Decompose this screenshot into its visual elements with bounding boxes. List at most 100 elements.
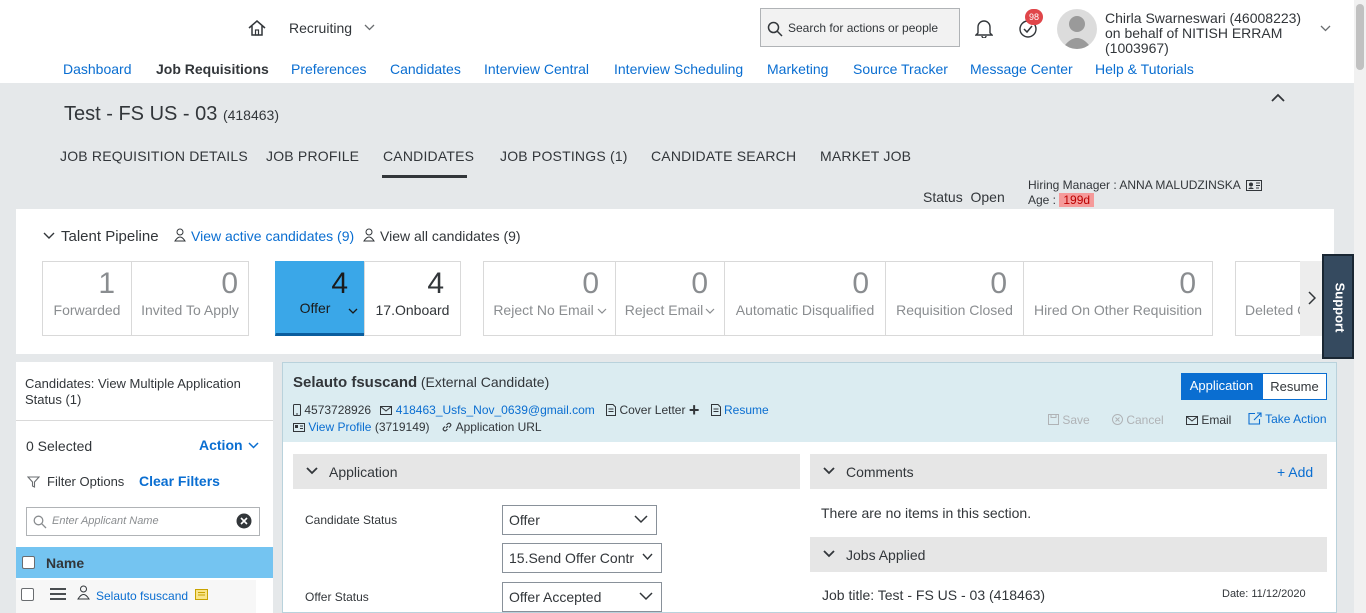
resume-view-button[interactable]: Resume	[1262, 373, 1327, 400]
chevron-down-icon	[823, 467, 835, 475]
module-switcher[interactable]: Recruiting	[289, 20, 352, 36]
chevron-down-icon[interactable]	[43, 232, 55, 240]
scrollbar-thumb[interactable]	[1356, 4, 1364, 70]
action-menu-button[interactable]: Action	[199, 437, 243, 453]
active-tab-indicator	[382, 175, 467, 178]
chevron-down-icon[interactable]	[248, 442, 259, 449]
application-view-button[interactable]: Application	[1181, 373, 1262, 400]
save-button[interactable]: Save	[1048, 413, 1090, 427]
candidate-status-select[interactable]: Offer	[502, 505, 657, 535]
candidate-name-link[interactable]: Selauto fsuscand	[96, 589, 188, 603]
avatar[interactable]	[1057, 9, 1097, 49]
user-info[interactable]: Chirla Swarneswari (46008223) on behalf …	[1105, 11, 1301, 56]
nav-help-tutorials[interactable]: Help & Tutorials	[1095, 61, 1194, 77]
tab-candidate-search[interactable]: CANDIDATE SEARCH	[651, 148, 796, 164]
chevron-down-icon[interactable]	[597, 308, 607, 315]
profile-card-icon	[293, 423, 305, 432]
candidate-list-title: Candidates: View Multiple Application St…	[25, 376, 241, 407]
nav-dashboard[interactable]: Dashboard	[63, 61, 132, 77]
notification-badge: 98	[1025, 9, 1043, 25]
collapse-header-icon[interactable]	[1271, 93, 1285, 102]
nav-job-requisitions[interactable]: Job Requisitions	[156, 61, 269, 77]
candidate-status-label: Candidate Status	[305, 513, 398, 527]
add-cover-letter-icon[interactable]: +	[689, 400, 700, 420]
chevron-down-icon	[306, 467, 318, 475]
page-scrollbar[interactable]	[1354, 0, 1366, 613]
search-input[interactable]: Search for actions or people	[760, 8, 960, 47]
application-url[interactable]: Application URL	[456, 420, 542, 434]
view-active-candidates-link[interactable]: View active candidates (9)	[191, 228, 354, 244]
filter-icon	[27, 476, 40, 488]
offer-status-select[interactable]: Offer Accepted	[502, 582, 662, 612]
email-button[interactable]: Email	[1186, 413, 1231, 427]
stage-requisition-closed[interactable]: 0 Requisition Closed	[885, 261, 1024, 336]
jobs-applied-section-header[interactable]: Jobs Applied	[810, 537, 1327, 572]
chevron-down-icon[interactable]	[364, 24, 375, 31]
divider	[16, 420, 273, 421]
contact-card-icon[interactable]	[1246, 180, 1263, 191]
tab-candidates[interactable]: CANDIDATES	[383, 148, 474, 164]
home-icon[interactable]	[247, 19, 267, 37]
add-comment-link[interactable]: + Add	[1277, 464, 1313, 480]
phone-icon	[293, 404, 301, 416]
job-applied-date: Date: 11/12/2020	[1222, 588, 1306, 600]
external-action-icon	[1248, 412, 1262, 425]
table-row[interactable]: Selauto fsuscand	[16, 580, 256, 613]
chevron-down-icon	[642, 553, 653, 561]
chevron-right-icon	[1308, 291, 1316, 305]
email-icon	[380, 406, 393, 415]
chevron-down-icon[interactable]	[1320, 25, 1331, 32]
stage-automatic-disqualified[interactable]: 0 Automatic Disqualified	[724, 261, 886, 336]
cancel-icon	[1112, 414, 1123, 425]
clear-filters-link[interactable]: Clear Filters	[139, 473, 220, 489]
person-icon	[174, 228, 186, 242]
nav-interview-scheduling[interactable]: Interview Scheduling	[614, 61, 743, 77]
view-profile-link[interactable]: View Profile	[308, 420, 371, 434]
stage-onboard[interactable]: 4 17.Onboard	[364, 261, 461, 336]
list-header: Name	[16, 547, 273, 578]
nav-candidates[interactable]: Candidates	[390, 61, 461, 77]
support-tab[interactable]: Support	[1322, 254, 1354, 359]
nav-interview-central[interactable]: Interview Central	[484, 61, 589, 77]
job-applied-more	[822, 608, 1002, 613]
applicant-name-search[interactable]: Enter Applicant Name	[26, 507, 260, 536]
status-info: Status Open	[923, 189, 1005, 205]
stage-hired-on-other-requisition[interactable]: 0 Hired On Other Requisition	[1023, 261, 1213, 336]
cover-letter[interactable]: Cover Letter	[619, 403, 685, 417]
stage-offer[interactable]: 4 Offer	[275, 261, 365, 336]
select-all-checkbox[interactable]	[22, 556, 35, 569]
menu-icon[interactable]	[50, 588, 66, 600]
application-section-header[interactable]: Application	[293, 454, 800, 489]
resume-link[interactable]: Resume	[724, 403, 769, 417]
stage-deleted[interactable]: Deleted C	[1235, 261, 1305, 336]
chevron-down-icon[interactable]	[348, 308, 358, 315]
stage-forwarded[interactable]: 1 Forwarded	[42, 261, 132, 336]
nav-preferences[interactable]: Preferences	[291, 61, 366, 77]
clear-search-icon[interactable]	[236, 513, 252, 529]
filter-options[interactable]: Filter Options	[47, 474, 124, 489]
nav-source-tracker[interactable]: Source Tracker	[853, 61, 948, 77]
pipeline-title: Talent Pipeline	[61, 228, 159, 245]
tab-job-postings[interactable]: JOB POSTINGS (1)	[500, 148, 628, 164]
tab-job-requisition-details[interactable]: JOB REQUISITION DETAILS	[60, 148, 248, 164]
nav-marketing[interactable]: Marketing	[767, 61, 828, 77]
comments-section-header[interactable]: Comments + Add	[810, 454, 1327, 489]
tab-job-profile[interactable]: JOB PROFILE	[266, 148, 359, 164]
chevron-down-icon[interactable]	[705, 308, 715, 315]
row-checkbox[interactable]	[21, 588, 34, 601]
offer-status-label: Offer Status	[305, 590, 369, 604]
stage-invited-to-apply[interactable]: 0 Invited To Apply	[131, 261, 249, 336]
take-action-button[interactable]: Take Action	[1248, 412, 1327, 426]
note-icon[interactable]	[195, 589, 208, 600]
candidate-substatus-select[interactable]: 15.Send Offer Contr	[502, 543, 662, 573]
cancel-button[interactable]: Cancel	[1112, 413, 1164, 427]
pipeline-next-button[interactable]	[1300, 261, 1322, 336]
shell-header: Recruiting Search for actions or people …	[0, 0, 1366, 83]
stage-reject-no-email[interactable]: 0 Reject No Email	[483, 261, 616, 336]
view-all-candidates[interactable]: View all candidates (9)	[380, 228, 521, 244]
tab-market-job[interactable]: MARKET JOB	[820, 148, 911, 164]
stage-reject-email[interactable]: 0 Reject Email	[615, 261, 725, 336]
bell-icon[interactable]	[975, 18, 993, 38]
nav-message-center[interactable]: Message Center	[970, 61, 1073, 77]
candidate-email-link[interactable]: 418463_Usfs_Nov_0639@gmail.com	[396, 403, 595, 417]
